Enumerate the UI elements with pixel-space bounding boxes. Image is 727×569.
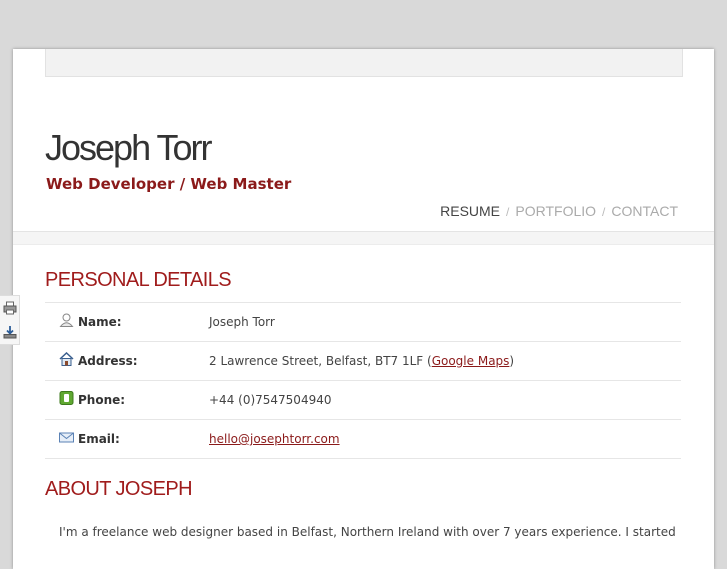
personal-details-table: Name: Joseph Torr Address: 2 Lawrence St…: [45, 302, 681, 459]
detail-value: +44 (0)7547504940: [209, 393, 332, 407]
google-maps-link[interactable]: Google Maps: [432, 354, 510, 368]
print-icon[interactable]: [0, 296, 19, 320]
email-link[interactable]: hello@josephtorr.com: [209, 432, 340, 446]
download-icon[interactable]: [0, 320, 19, 344]
header-divider: [13, 231, 714, 245]
detail-label: Name:: [78, 315, 122, 329]
detail-label: Address:: [78, 354, 138, 368]
detail-row-name: Name: Joseph Torr: [45, 303, 681, 342]
side-toolbar: [0, 295, 20, 345]
user-icon: [59, 313, 74, 327]
nav-contact[interactable]: CONTACT: [611, 203, 678, 219]
mail-icon: [59, 430, 74, 444]
top-bar: [45, 49, 683, 77]
detail-label: Email:: [78, 432, 120, 446]
nav-separator: /: [602, 205, 606, 219]
phone-icon: [59, 391, 74, 405]
detail-label: Phone:: [78, 393, 126, 407]
job-title: Web Developer / Web Master: [46, 175, 292, 193]
detail-value: Joseph Torr: [209, 315, 275, 329]
house-icon: [59, 351, 74, 366]
nav-separator: /: [506, 205, 510, 219]
nav-resume[interactable]: RESUME: [440, 203, 500, 219]
detail-row-phone: Phone: +44 (0)7547504940: [45, 381, 681, 420]
page-title: Joseph Torr: [45, 127, 212, 168]
detail-row-email: Email: hello@josephtorr.com: [45, 420, 681, 459]
detail-row-address: Address: 2 Lawrence Street, Belfast, BT7…: [45, 342, 681, 381]
personal-details-heading: PERSONAL DETAILS: [45, 269, 232, 291]
about-heading: ABOUT JOSEPH: [45, 478, 193, 500]
resume-page: Joseph Torr Web Developer / Web Master R…: [13, 49, 714, 569]
main-nav: RESUME / PORTFOLIO / CONTACT: [440, 203, 678, 219]
nav-portfolio[interactable]: PORTFOLIO: [515, 203, 596, 219]
detail-value: 2 Lawrence Street, Belfast, BT7 1LF (: [209, 354, 432, 368]
about-text: I'm a freelance web designer based in Be…: [59, 525, 676, 539]
